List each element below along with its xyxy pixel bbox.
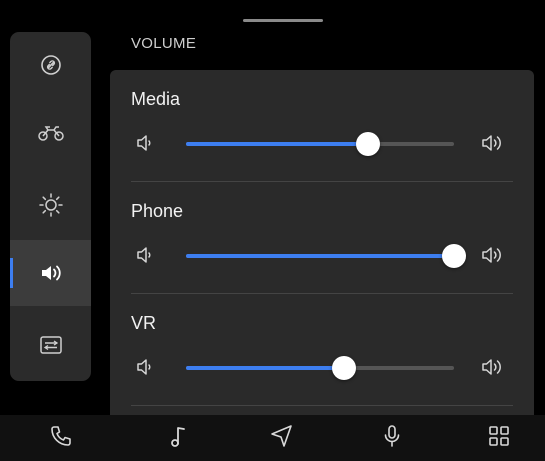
volume-slider[interactable] — [186, 244, 466, 268]
sidebar-item-display[interactable] — [10, 172, 91, 238]
volume-low-icon[interactable] — [136, 133, 156, 158]
slider-thumb[interactable] — [356, 132, 380, 156]
slider-thumb[interactable] — [332, 356, 356, 380]
slider-fill — [186, 254, 454, 258]
sidebar-item-vehicle[interactable] — [10, 100, 91, 166]
apps-grid-icon — [487, 424, 511, 453]
link-icon — [40, 54, 62, 76]
section-title: VOLUME — [131, 35, 197, 52]
motorcycle-icon — [37, 124, 65, 142]
nav-navigation-button[interactable] — [252, 415, 312, 461]
nav-apps-button[interactable] — [469, 415, 529, 461]
phone-icon — [49, 424, 73, 453]
row-divider — [131, 405, 513, 406]
volume-row-phone: Phone — [110, 182, 534, 294]
drag-handle[interactable] — [243, 19, 323, 22]
volume-low-icon[interactable] — [136, 245, 156, 270]
volume-slider[interactable] — [186, 132, 454, 156]
nav-music-button[interactable] — [148, 415, 208, 461]
volume-high-icon[interactable] — [481, 132, 507, 159]
volume-low-icon[interactable] — [136, 357, 156, 382]
active-indicator — [10, 258, 13, 288]
sidebar — [10, 32, 91, 381]
navigation-icon — [269, 423, 295, 454]
slider-fill — [186, 142, 368, 146]
nav-phone-button[interactable] — [31, 415, 91, 461]
volume-slider[interactable] — [186, 356, 454, 380]
volume-panel: Media Phone VR — [110, 70, 534, 415]
keyboard-icon — [39, 335, 63, 355]
sidebar-item-system[interactable] — [10, 312, 91, 378]
slider-fill — [186, 366, 344, 370]
sidebar-item-link[interactable] — [10, 32, 91, 98]
volume-icon — [39, 263, 63, 283]
sidebar-item-volume[interactable] — [10, 240, 91, 306]
volume-row-vr: VR — [110, 294, 534, 406]
volume-row-label: VR — [131, 313, 157, 333]
volume-high-icon[interactable] — [481, 356, 507, 383]
slider-thumb[interactable] — [442, 244, 466, 268]
volume-high-icon[interactable] — [481, 244, 507, 271]
microphone-icon — [381, 423, 403, 454]
nav-voice-button[interactable] — [362, 415, 422, 461]
music-icon — [168, 424, 188, 453]
settings-screen: VOLUME Media Phone VR — [0, 0, 545, 461]
volume-row-media: Media — [110, 70, 534, 182]
volume-row-label: Phone — [131, 201, 184, 221]
bottom-nav — [0, 415, 545, 461]
volume-row-label: Media — [131, 89, 181, 109]
brightness-icon — [38, 192, 64, 218]
